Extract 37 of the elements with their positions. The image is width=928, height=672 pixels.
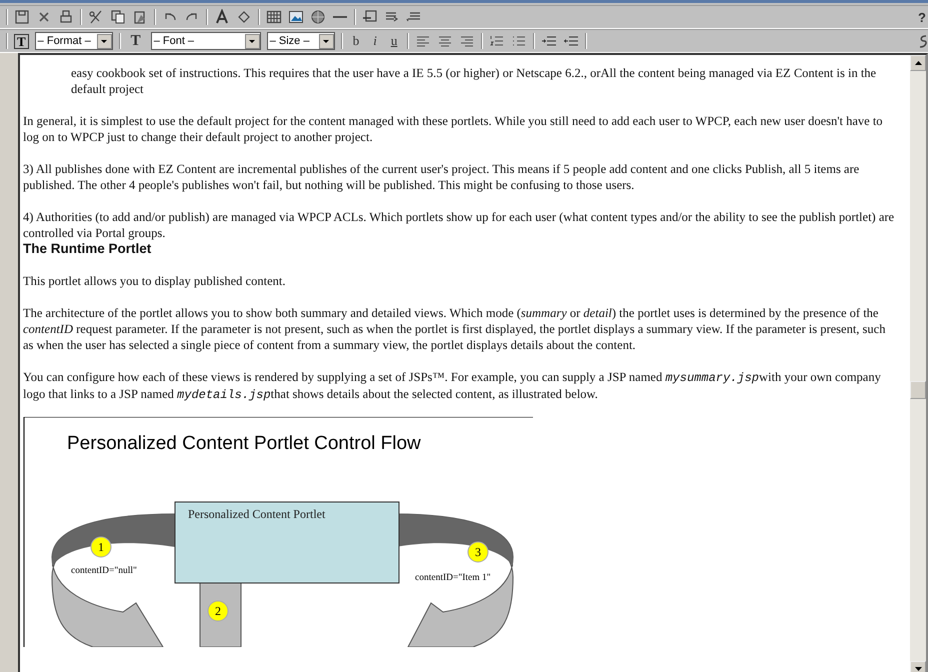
save-icon[interactable] — [14, 9, 30, 25]
format-select[interactable]: – Format – — [34, 32, 113, 50]
paragraph: 4) Authorities (to add and/or publish) are managed via WPCP ACLs. Which portlets show up for each user (what content types and/or the ability to see the publish portlet) are controlled via Portal groups. — [23, 209, 896, 241]
font-color-icon[interactable] — [214, 9, 230, 25]
scissors-icon[interactable] — [88, 9, 104, 25]
size-select[interactable]: – Size – — [266, 32, 335, 50]
paragraph: 3) All publishes done with EZ Content are incremental publishes of the current user's project. This means if 5 people add content and one clicks Publish, all 5 items are published. The other 4 people's publishes won't fail, but nothing will be published. This might be confusing to those users. — [23, 161, 860, 193]
globe-icon[interactable] — [310, 9, 326, 25]
paragraph: The architecture of the portlet allows you to show both summary and detailed views. Which mode (summary or detail) the portlet uses is determined by the presence of the contentID request parameter. If the parameter is not present, such as when the portlet is first displayed, the portlet displays a summary view. If the parameter is present, such as when the user has selected a single piece of content from a summary view, the portlet displays details about the content. — [23, 305, 886, 353]
paragraph: easy cookbook set of instructions. This requires that the user have a IE 5.5 (or higher) or Netscape 6.2., orAll the content being managed via EZ Content is in the default project — [71, 65, 878, 97]
diagram-title: Personalized Content Portlet Control Flow — [67, 433, 421, 454]
scroll-down-icon[interactable] — [914, 667, 922, 671]
step-number-badge: 2 — [208, 600, 228, 622]
image-icon[interactable] — [288, 9, 304, 25]
scrollbar[interactable] — [910, 55, 926, 672]
scroll-up-icon[interactable] — [914, 61, 922, 65]
printer-icon[interactable] — [58, 9, 74, 25]
paste-icon[interactable] — [132, 9, 148, 25]
paragraph: This portlet allows you to display published content. — [23, 273, 286, 289]
portlet-box-label: Personalized Content Portlet — [188, 507, 326, 521]
scroll-thumb[interactable] — [910, 381, 926, 399]
help-button[interactable]: ? — [918, 10, 926, 24]
font-select[interactable]: – Font – — [150, 32, 261, 50]
font-button[interactable]: T — [126, 32, 145, 50]
flow-label: contentID="null" — [71, 566, 137, 576]
underline-button[interactable]: u — [386, 33, 402, 49]
step-number-badge: 3 — [468, 542, 488, 562]
table-icon[interactable] — [266, 9, 282, 25]
section-heading: The Runtime Portlet — [23, 241, 152, 257]
text-style-button[interactable]: T — [14, 34, 29, 48]
paragraph: In general, it is simplest to use the default project for the content managed with these portlets. While you still need to add each user to WPCP, each new user doesn't have to log on to WPCP just to change their default project to another project. — [23, 113, 884, 145]
paragraph: You can configure how each of these views is rendered by supplying a set of JSPs™. For example, you can supply a JSP named mysummary.jspwith your own company logo that links to a JSP named mydetails.jspthat shows details about the selected content, as illustrated below. — [23, 369, 882, 403]
flow-label: contentID="Item 1" — [415, 573, 491, 583]
copy-icon[interactable] — [110, 9, 126, 25]
bold-button[interactable]: b — [348, 33, 364, 49]
step-number-badge: 1 — [90, 536, 112, 558]
italic-button[interactable]: i — [369, 33, 381, 49]
